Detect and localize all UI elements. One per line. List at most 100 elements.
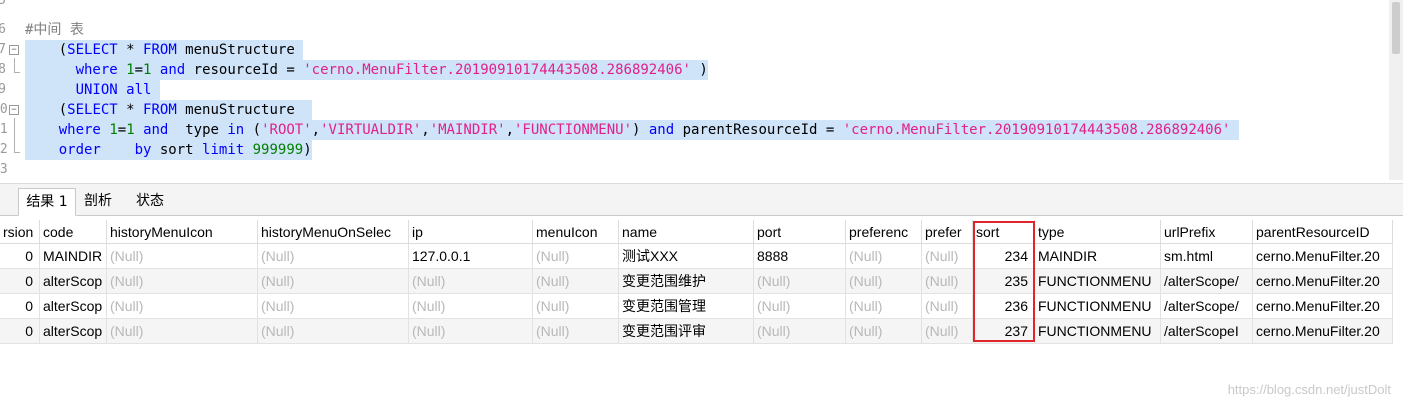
col-name-header[interactable]: name	[619, 220, 754, 244]
table-cell[interactable]: (Null)	[922, 319, 973, 344]
table-cell[interactable]: (Null)	[258, 294, 409, 319]
table-cell[interactable]: 0	[0, 244, 40, 269]
editor-line[interactable]: 10 − (SELECT * FROM menuStructure	[0, 100, 1403, 120]
table-cell[interactable]: 0	[0, 294, 40, 319]
table-cell[interactable]: (Null)	[846, 294, 922, 319]
line-number: 12	[0, 142, 8, 157]
col-url-prefix-header[interactable]: urlPrefix	[1161, 220, 1253, 244]
table-cell[interactable]: cerno.MenuFilter.20	[1253, 319, 1393, 344]
result-grid[interactable]: rsion code historyMenuIcon historyMenuOnSel…	[0, 218, 1403, 405]
table-cell[interactable]: (Null)	[846, 319, 922, 344]
col-prefer-header[interactable]: prefer	[922, 220, 973, 244]
table-cell[interactable]: /alterScope/	[1161, 269, 1253, 294]
tab-result-1[interactable]: 结果 1	[18, 188, 76, 216]
table-cell[interactable]: /alterScope/	[1161, 294, 1253, 319]
table-cell[interactable]: 235	[973, 269, 1035, 294]
table-cell[interactable]: 127.0.0.1	[409, 244, 533, 269]
editor-line[interactable]: 6 #中间 表	[0, 20, 1403, 40]
col-code-header[interactable]: code	[40, 220, 107, 244]
result-tabs: 结果 1 剖析 状态	[0, 183, 1403, 216]
table-cell[interactable]: alterScop	[40, 294, 107, 319]
table-cell[interactable]: (Null)	[846, 269, 922, 294]
col-type-header[interactable]: type	[1035, 220, 1161, 244]
table-cell[interactable]: (Null)	[107, 319, 258, 344]
sql-code: (SELECT * FROM menuStructure	[25, 40, 304, 60]
table-cell[interactable]: (Null)	[533, 319, 619, 344]
table-cell[interactable]: (Null)	[258, 319, 409, 344]
table-cell[interactable]: 8888	[754, 244, 846, 269]
editor-line[interactable]: 12 order by sort limit 999999)	[0, 140, 1403, 160]
table-cell[interactable]: 变更范围评审	[619, 319, 754, 344]
col-ip-header[interactable]: ip	[409, 220, 533, 244]
table-cell[interactable]: (Null)	[409, 319, 533, 344]
sql-code: UNION all	[25, 80, 160, 100]
editor-scrollbar[interactable]	[1389, 0, 1403, 180]
fold-toggle-icon[interactable]: −	[9, 105, 19, 115]
sql-editor[interactable]: 5 6 #中间 表 7 − (SELECT * FROM menuStructu…	[0, 0, 1403, 180]
table-cell[interactable]: 变更范围管理	[619, 294, 754, 319]
table-cell[interactable]: MAINDIR	[1035, 244, 1161, 269]
table-cell[interactable]: 测试XXX	[619, 244, 754, 269]
scrollbar-thumb[interactable]	[1392, 2, 1400, 54]
table-cell[interactable]: (Null)	[922, 244, 973, 269]
col-version-header[interactable]: rsion	[0, 220, 40, 244]
table-cell[interactable]: cerno.MenuFilter.20	[1253, 294, 1393, 319]
table-cell[interactable]: cerno.MenuFilter.20	[1253, 269, 1393, 294]
editor-line[interactable]: 11 where 1=1 and type in ('ROOT','VIRTUA…	[0, 120, 1403, 140]
table-cell[interactable]: 0	[0, 269, 40, 294]
line-number: 5	[0, 0, 6, 8]
col-parent-resource-id-header[interactable]: parentResourceID	[1253, 220, 1393, 244]
table-cell[interactable]: (Null)	[107, 244, 258, 269]
table-cell[interactable]: MAINDIR	[40, 244, 107, 269]
table-cell[interactable]: (Null)	[754, 269, 846, 294]
sql-code: order by sort limit 999999)	[25, 140, 312, 160]
col-history-menu-icon-header[interactable]: historyMenuIcon	[107, 220, 258, 244]
table-cell[interactable]: (Null)	[107, 294, 258, 319]
table-cell[interactable]: (Null)	[754, 294, 846, 319]
table-cell[interactable]: 变更范围维护	[619, 269, 754, 294]
table-cell[interactable]: (Null)	[409, 294, 533, 319]
table-cell[interactable]: FUNCTIONMENU	[1035, 294, 1161, 319]
table-cell[interactable]: (Null)	[533, 294, 619, 319]
col-preference-header[interactable]: preferenc	[846, 220, 922, 244]
table-cell[interactable]: cerno.MenuFilter.20	[1253, 244, 1393, 269]
line-number: 7	[0, 42, 6, 57]
tab-status[interactable]: 状态	[126, 188, 174, 214]
table-cell[interactable]: (Null)	[533, 244, 619, 269]
fold-toggle-icon[interactable]: −	[9, 45, 19, 55]
table-cell[interactable]: (Null)	[258, 269, 409, 294]
editor-line[interactable]: 8 where 1=1 and resourceId = 'cerno.Menu…	[0, 60, 1403, 80]
table-cell[interactable]: (Null)	[922, 294, 973, 319]
table-cell[interactable]: alterScop	[40, 319, 107, 344]
line-number: 13	[0, 162, 8, 177]
sql-code: where 1=1 and resourceId = 'cerno.MenuFi…	[25, 60, 708, 80]
editor-line[interactable]: 13	[0, 160, 1403, 180]
editor-line[interactable]: 9 UNION all	[0, 80, 1403, 100]
table-cell[interactable]: FUNCTIONMENU	[1035, 319, 1161, 344]
table-cell[interactable]: (Null)	[922, 269, 973, 294]
editor-line[interactable]: 5	[0, 0, 1403, 11]
col-history-menu-on-select-header[interactable]: historyMenuOnSelec	[258, 220, 409, 244]
table-cell[interactable]: (Null)	[258, 244, 409, 269]
table-cell[interactable]: (Null)	[107, 269, 258, 294]
tab-profile[interactable]: 剖析	[78, 188, 118, 214]
table-cell[interactable]: 234	[973, 244, 1035, 269]
line-number: 11	[0, 122, 8, 137]
col-sort-header[interactable]: sort	[973, 220, 1035, 244]
col-port-header[interactable]: port	[754, 220, 846, 244]
table-cell[interactable]: (Null)	[533, 269, 619, 294]
table-cell[interactable]: 236	[973, 294, 1035, 319]
table-cell[interactable]: (Null)	[754, 319, 846, 344]
table-cell[interactable]: sm.html	[1161, 244, 1253, 269]
table-cell[interactable]: (Null)	[846, 244, 922, 269]
table-cell[interactable]: 237	[973, 319, 1035, 344]
sql-code: (SELECT * FROM menuStructure	[25, 100, 312, 120]
table-cell[interactable]: alterScop	[40, 269, 107, 294]
editor-line[interactable]: 7 − (SELECT * FROM menuStructure	[0, 40, 1403, 60]
table-cell[interactable]: (Null)	[409, 269, 533, 294]
col-menu-icon-header[interactable]: menuIcon	[533, 220, 619, 244]
line-number: 9	[0, 82, 6, 97]
table-cell[interactable]: 0	[0, 319, 40, 344]
table-cell[interactable]: FUNCTIONMENU	[1035, 269, 1161, 294]
table-cell[interactable]: /alterScopeI	[1161, 319, 1253, 344]
